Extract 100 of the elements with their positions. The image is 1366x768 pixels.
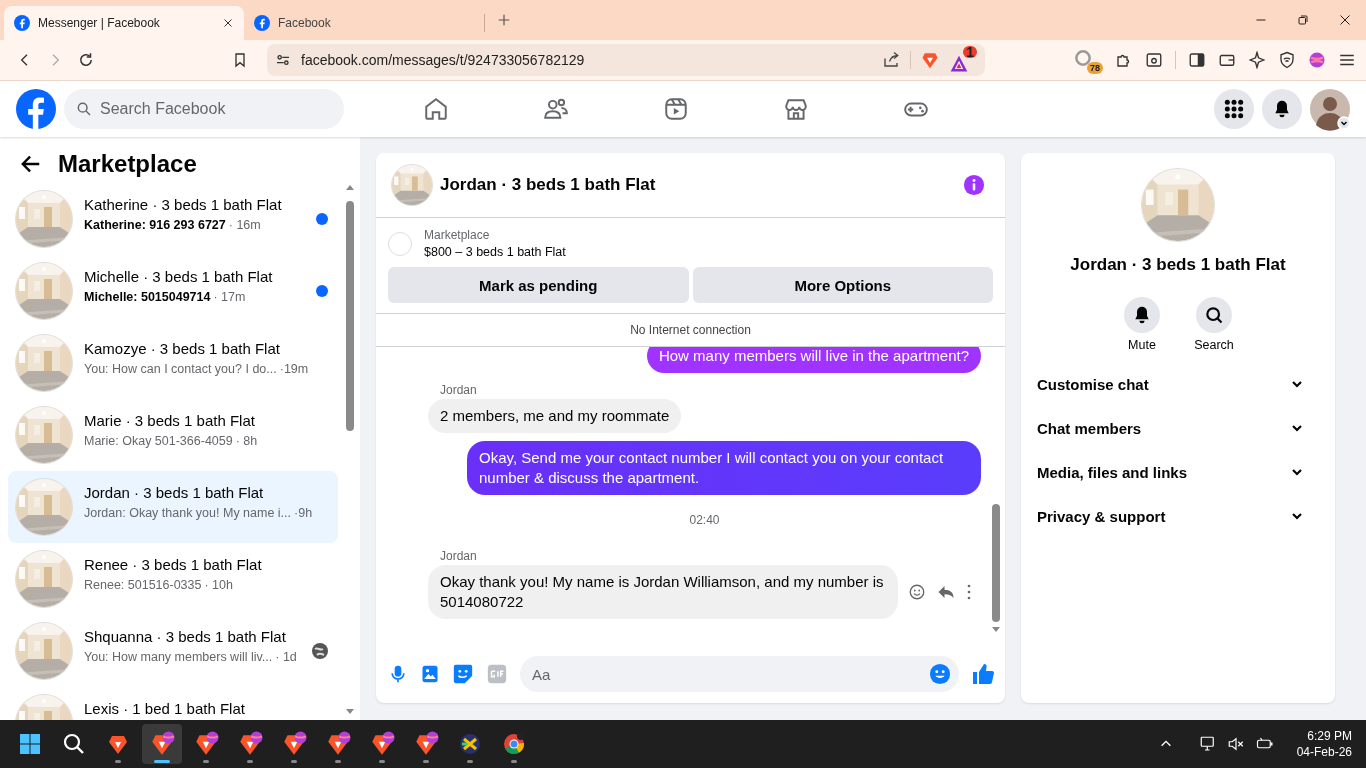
conversation-item[interactable]: Renee · 3 beds 1 bath Flat Renee: 501516-0335 · 10h <box>8 543 338 615</box>
sender-name: Jordan <box>440 383 478 397</box>
message-preview: Michelle: 5015049714 <box>84 290 211 304</box>
reader-icon[interactable] <box>1145 51 1163 69</box>
image-icon[interactable] <box>420 663 440 685</box>
sidebar-icon[interactable] <box>1188 51 1206 69</box>
message-preview: You: How many members will liv... <box>84 650 273 664</box>
message-preview: Jordan: Okay thank you! My name i... <box>84 506 292 520</box>
lion-shield-icon[interactable] <box>921 50 939 70</box>
shield-app-icon[interactable] <box>325 731 351 757</box>
conversation-item[interactable]: Michelle · 3 beds 1 bath Flat Michelle: 5015049714 · 17m <box>8 255 338 327</box>
scroll-up-icon[interactable] <box>344 183 356 191</box>
grid-icon <box>1224 99 1244 119</box>
collapsible-section[interactable]: Media, files and links <box>1037 450 1319 494</box>
address-bar[interactable]: facebook.com/messages/t/924733056782129 1 <box>267 44 985 76</box>
search-icon[interactable] <box>62 732 86 756</box>
new-tab-icon[interactable] <box>497 13 511 27</box>
shield-app-icon[interactable] <box>413 731 439 757</box>
muted-speaker-icon[interactable] <box>1226 735 1245 753</box>
search-field[interactable]: Search Facebook <box>64 89 344 129</box>
apps-menu-button[interactable] <box>1214 89 1254 129</box>
action-label: Search <box>1194 338 1234 352</box>
shield-app-icon[interactable] <box>237 731 263 757</box>
conversation-name: Shquanna · 3 beds 1 bath Flat <box>84 628 287 646</box>
contact-name: Jordan · 3 beds 1 bath Flat <box>1070 255 1286 275</box>
listing-action-button[interactable]: More Options <box>692 267 993 303</box>
people-icon[interactable] <box>543 96 569 122</box>
message-preview: Marie: Okay 501-366-4059 <box>84 434 233 448</box>
video-icon[interactable] <box>663 96 689 122</box>
home-icon[interactable] <box>423 96 449 122</box>
mute-button[interactable] <box>1124 297 1160 333</box>
action-label: Mute <box>1128 338 1156 352</box>
message-time: · 10h <box>204 578 233 592</box>
close-icon[interactable] <box>222 17 234 29</box>
sent-message: Okay, Send me your contact number I will contact you on your contact number & discuss the apartment. <box>467 441 981 495</box>
listing-action-button[interactable]: Mark as pending <box>388 267 689 303</box>
site-settings-icon[interactable] <box>275 52 291 68</box>
vpn-shield-icon[interactable] <box>1278 51 1296 69</box>
browser-tab[interactable]: Messenger | Facebook <box>4 6 244 40</box>
section-title: Marketplace <box>58 150 197 178</box>
shield-app-icon[interactable] <box>193 731 219 757</box>
message-preview: You: How can I contact you? I do... <box>84 362 277 376</box>
conversation-item[interactable]: Katherine · 3 beds 1 bath Flat Katherine: 916 293 6727 · 16m <box>8 183 338 255</box>
reply-icon[interactable] <box>936 583 956 601</box>
emoji-icon[interactable] <box>929 663 951 685</box>
received-message: 2 members, me and my roommate <box>428 399 682 433</box>
f-logo-icon[interactable] <box>16 89 56 129</box>
listing-label: Marketplace <box>424 228 491 242</box>
browser-tab[interactable]: Facebook <box>244 6 484 40</box>
color-wheel-app-icon[interactable] <box>502 732 526 756</box>
network-icon[interactable] <box>1198 735 1217 753</box>
conversation-item[interactable]: Kamozye · 3 beds 1 bath Flat You: How can I contact you? I do... ·19m <box>8 327 338 399</box>
sticker-icon[interactable] <box>452 663 474 685</box>
received-message: Okay thank you! My name is Jordan Williamson, and my number is 5014080722 <box>428 565 898 619</box>
sparkle-icon[interactable] <box>1248 51 1266 69</box>
triangle-icon <box>949 54 969 74</box>
scroll-down-icon[interactable] <box>344 708 356 716</box>
profile-icon[interactable] <box>1308 51 1326 69</box>
shield-app-icon[interactable] <box>149 731 175 757</box>
notifications-button[interactable] <box>1262 89 1302 129</box>
message-time: · 8h <box>235 434 258 448</box>
share-icon[interactable] <box>882 51 900 69</box>
shield-app-icon[interactable] <box>369 731 395 757</box>
store-icon[interactable] <box>783 96 809 122</box>
thumbs-up-icon[interactable] <box>971 662 995 686</box>
shield-app-icon[interactable] <box>281 731 307 757</box>
collapsible-section[interactable]: Chat members <box>1037 406 1319 450</box>
message-time: ·19m <box>279 362 309 376</box>
start-icon[interactable] <box>18 732 42 756</box>
collapsible-section[interactable]: Privacy & support <box>1037 494 1319 538</box>
message-preview: Renee: 501516-0335 <box>84 578 202 592</box>
search-button[interactable] <box>1196 297 1232 333</box>
collapsible-section[interactable]: Customise chat <box>1037 362 1319 406</box>
clock[interactable]: 6:29 PM 04-Feb-26 <box>1296 728 1352 760</box>
connection-notice: No Internet connection <box>630 323 751 337</box>
info-icon[interactable] <box>963 174 985 196</box>
message-time: · 17m <box>213 290 246 304</box>
round-app-icon[interactable] <box>458 732 482 756</box>
conversation-name: Lexis · 1 bed 1 bath Flat <box>84 700 246 718</box>
close-icon[interactable] <box>1339 14 1351 26</box>
scroll-down-icon[interactable] <box>991 626 1001 634</box>
smiley-icon[interactable] <box>908 583 926 601</box>
timestamp: 02:40 <box>689 513 720 527</box>
conversation-item[interactable]: Shquanna · 3 beds 1 bath Flat You: How many members will liv... · 1d <box>8 615 338 687</box>
conversation-item[interactable]: Marie · 3 beds 1 bath Flat Marie: Okay 501-366-4059 · 8h <box>8 399 338 471</box>
message-time: · 1d <box>275 650 297 664</box>
microphone-icon[interactable] <box>388 663 408 685</box>
conversation-item[interactable]: Jordan · 3 beds 1 bath Flat Jordan: Okay thank you! My name i... ·9h <box>8 471 338 543</box>
avatar[interactable] <box>1310 89 1350 129</box>
reload-icon[interactable] <box>77 51 95 69</box>
listing-title: $800 – 3 beds 1 bath Flat <box>424 245 566 259</box>
message-field[interactable]: Aa <box>520 656 959 692</box>
message-time: ·9h <box>294 506 313 520</box>
more-icon[interactable] <box>966 583 972 601</box>
conversation-name: Michelle · 3 beds 1 bath Flat <box>84 268 274 286</box>
maximize-icon[interactable] <box>1297 14 1309 26</box>
bookmark-icon[interactable] <box>232 51 248 69</box>
conversation-name: Kamozye · 3 beds 1 bath Flat <box>84 340 281 358</box>
back-arrow-icon[interactable] <box>20 153 42 175</box>
search-icon <box>76 101 92 117</box>
